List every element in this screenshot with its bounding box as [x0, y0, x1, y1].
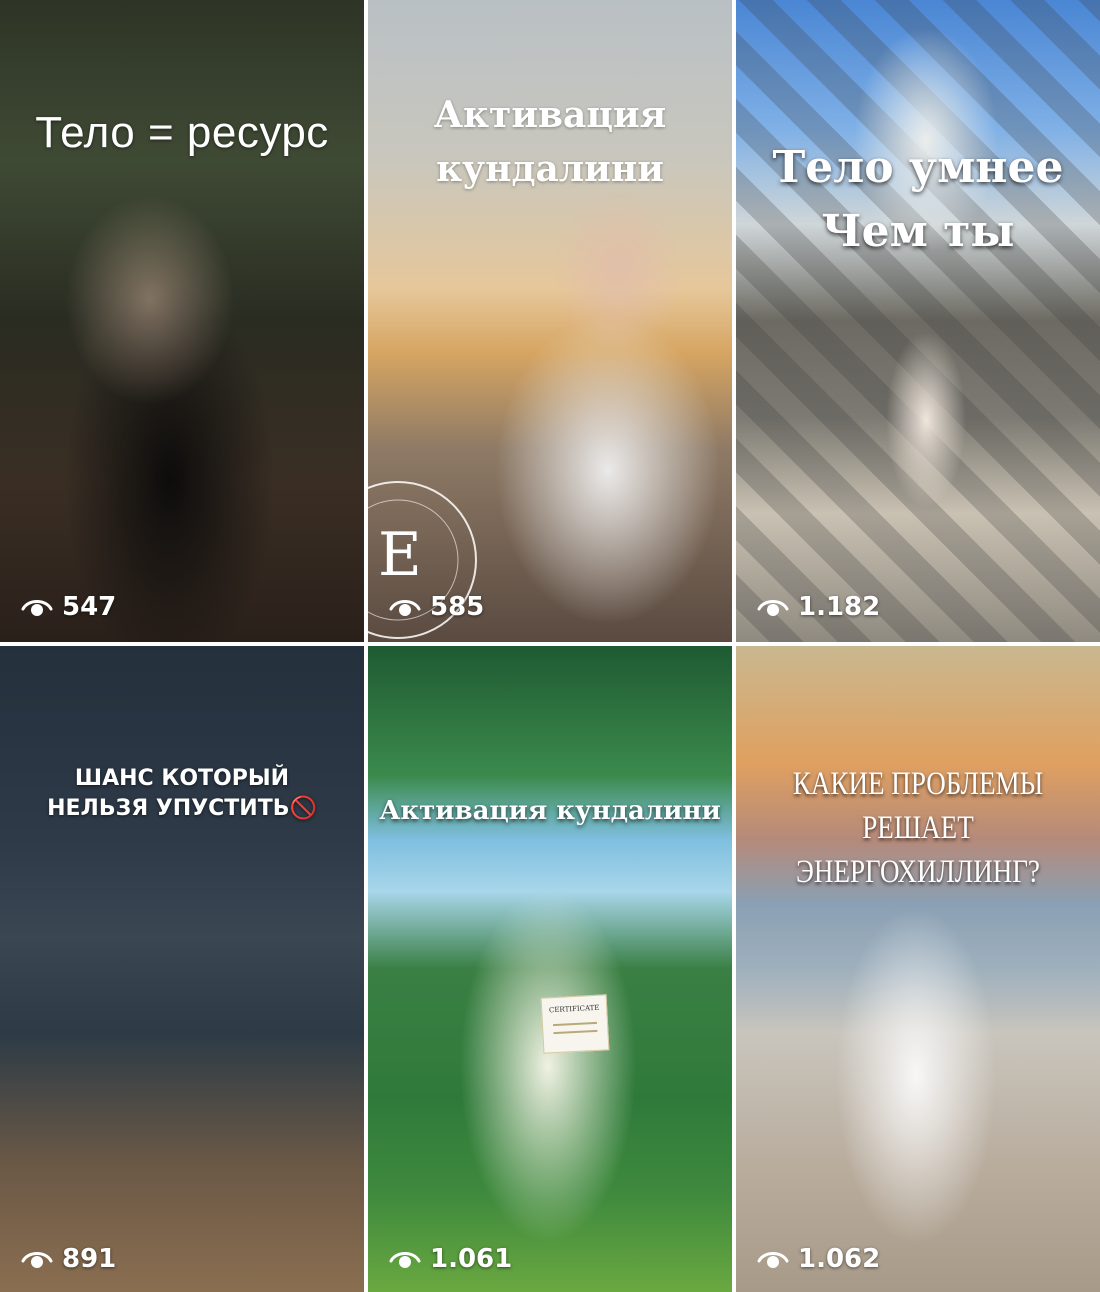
reel-tile-1[interactable]: Тело = ресурс 547 — [0, 0, 364, 642]
caption-line: КАКИЕ ПРОБЛЕМЫ РЕШАЕТ ЭНЕРГОХИЛЛИНГ? — [792, 766, 1044, 890]
certificate-line — [553, 1029, 598, 1035]
view-count-value: 1.062 — [798, 1244, 881, 1274]
view-count-value: 891 — [62, 1244, 117, 1274]
view-count: 1.062 — [756, 1244, 880, 1274]
certificate-line — [552, 1021, 598, 1027]
reel-caption: Тело умнее Чем ты — [736, 136, 1100, 264]
eye-icon — [756, 1245, 790, 1273]
view-count: 585 — [388, 592, 484, 622]
reel-tile-3[interactable]: Тело умнее Чем ты 1.182 — [736, 0, 1100, 642]
eye-icon — [756, 593, 790, 621]
reel-tile-4[interactable]: ШАНС КОТОРЫЙ НЕЛЬЗЯ УПУСТИТЬ🚫 891 — [0, 646, 364, 1292]
reel-tile-2[interactable]: E Активация кундалини 585 — [368, 0, 732, 642]
caption-line: ШАНС КОТОРЫЙ НЕЛЬЗЯ УПУСТИТЬ🚫 — [47, 766, 317, 821]
reel-tile-5[interactable]: CERTIFICATE Активация кундалини 1.061 — [368, 646, 732, 1292]
caption-line: Активация кундалини — [433, 94, 667, 190]
view-count-value: 1.061 — [430, 1244, 513, 1274]
certificate-image: CERTIFICATE — [540, 994, 610, 1054]
eye-icon — [388, 1245, 422, 1273]
reel-thumbnail — [0, 646, 364, 1292]
caption-line: Тело умнее Чем ты — [772, 142, 1064, 257]
reel-thumbnail — [0, 0, 364, 642]
view-count: 1.182 — [756, 592, 880, 622]
reel-caption: Активация кундалини — [368, 88, 732, 196]
reel-caption: КАКИЕ ПРОБЛЕМЫ РЕШАЕТ ЭНЕРГОХИЛЛИНГ? — [769, 762, 1067, 894]
eye-icon — [20, 593, 54, 621]
reel-caption: ШАНС КОТОРЫЙ НЕЛЬЗЯ УПУСТИТЬ🚫 — [0, 764, 364, 824]
reel-tile-6[interactable]: КАКИЕ ПРОБЛЕМЫ РЕШАЕТ ЭНЕРГОХИЛЛИНГ? 1.0… — [736, 646, 1100, 1292]
reel-thumbnail — [368, 646, 732, 1292]
reel-thumbnail — [736, 0, 1100, 642]
reel-caption: Активация кундалини — [379, 796, 721, 826]
certificate-title: CERTIFICATE — [548, 1003, 600, 1015]
view-count-value: 547 — [62, 592, 117, 622]
view-count: 891 — [20, 1244, 116, 1274]
watermark-letter: E — [378, 520, 422, 590]
reels-grid: Тело = ресурс 547 E Активация кундалини … — [0, 0, 1100, 1292]
view-count: 547 — [20, 592, 116, 622]
eye-icon — [388, 593, 422, 621]
reel-thumbnail — [736, 646, 1100, 1292]
view-count-value: 585 — [430, 592, 485, 622]
eye-icon — [20, 1245, 54, 1273]
reel-caption: Тело = ресурс — [35, 108, 329, 157]
view-count: 1.061 — [388, 1244, 512, 1274]
view-count-value: 1.182 — [798, 592, 881, 622]
